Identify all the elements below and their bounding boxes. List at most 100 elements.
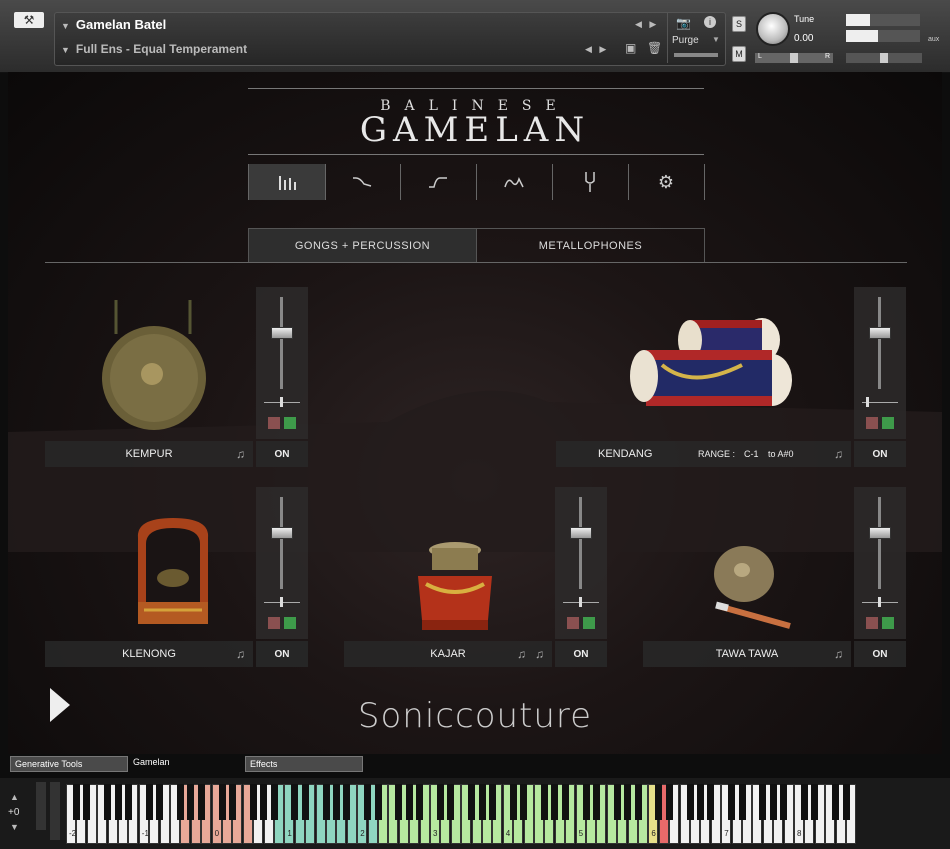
black-key[interactable] — [114, 784, 122, 820]
kendang-drum-image[interactable] — [622, 310, 792, 420]
black-key[interactable] — [374, 784, 382, 820]
instrument-name[interactable]: Gamelan Batel — [76, 17, 166, 32]
black-key[interactable] — [156, 784, 164, 820]
black-key[interactable] — [197, 784, 205, 820]
mute-button[interactable]: M — [732, 46, 746, 62]
black-key[interactable] — [124, 784, 132, 820]
solo-toggle[interactable] — [882, 417, 894, 429]
black-key[interactable] — [228, 784, 236, 820]
snapshot-name[interactable]: Full Ens - Equal Temperament — [76, 42, 247, 56]
snapshot-prev-next-icon[interactable]: ◀ ▶ — [585, 44, 606, 55]
black-key[interactable] — [842, 784, 850, 820]
black-key[interactable] — [520, 784, 528, 820]
black-key[interactable] — [176, 784, 184, 820]
kempur-gong-image[interactable] — [94, 294, 214, 434]
black-key[interactable] — [738, 784, 746, 820]
solo-toggle[interactable] — [882, 617, 894, 629]
black-key[interactable] — [478, 784, 486, 820]
pan-knob[interactable] — [878, 597, 881, 607]
volume-fader-thumb[interactable] — [869, 527, 891, 539]
pan-knob[interactable] — [866, 397, 869, 407]
eq-curve-icon[interactable] — [476, 164, 553, 200]
black-key[interactable] — [343, 784, 351, 820]
black-key[interactable] — [416, 784, 424, 820]
volume-fader-thumb[interactable] — [271, 327, 293, 339]
black-key[interactable] — [686, 784, 694, 820]
music-note-icon[interactable]: ♫ — [517, 647, 526, 661]
music-note-icon[interactable]: ♫ — [535, 647, 544, 661]
black-key[interactable] — [509, 784, 517, 820]
pan-knob[interactable] — [280, 397, 283, 407]
black-key[interactable] — [780, 784, 788, 820]
black-key[interactable] — [468, 784, 476, 820]
black-key[interactable] — [540, 784, 548, 820]
instrument-prev-next-icon[interactable]: ◀ ▶ — [635, 19, 656, 30]
volume-slider[interactable] — [846, 53, 922, 63]
kendang-on-button[interactable]: ON — [854, 441, 906, 467]
black-key[interactable] — [291, 784, 299, 820]
black-key[interactable] — [364, 784, 372, 820]
black-key[interactable] — [707, 784, 715, 820]
black-key[interactable] — [436, 784, 444, 820]
camera-icon[interactable]: 📷 — [676, 16, 691, 30]
black-key[interactable] — [332, 784, 340, 820]
black-key[interactable] — [83, 784, 91, 820]
black-key[interactable] — [592, 784, 600, 820]
black-key[interactable] — [447, 784, 455, 820]
tuning-fork-icon[interactable] — [552, 164, 629, 200]
music-note-icon[interactable]: ♫ — [236, 447, 245, 461]
black-key[interactable] — [634, 784, 642, 820]
music-note-icon[interactable]: ♫ — [834, 647, 843, 661]
mute-toggle[interactable] — [567, 617, 579, 629]
black-key[interactable] — [260, 784, 268, 820]
black-key[interactable] — [728, 784, 736, 820]
solo-button[interactable]: S — [732, 16, 746, 32]
volume-fader-thumb[interactable] — [869, 327, 891, 339]
black-key[interactable] — [665, 784, 673, 820]
mod-wheel[interactable] — [50, 782, 60, 840]
black-key[interactable] — [832, 784, 840, 820]
black-key[interactable] — [187, 784, 195, 820]
gear-icon[interactable]: ⚙ — [628, 164, 705, 200]
klenong-on-button[interactable]: ON — [256, 641, 308, 667]
black-key[interactable] — [551, 784, 559, 820]
pan-knob[interactable] — [579, 597, 582, 607]
black-key[interactable] — [145, 784, 153, 820]
range-from[interactable]: C-1 — [744, 449, 759, 459]
black-key[interactable] — [811, 784, 819, 820]
envelope-attack-icon[interactable] — [400, 164, 477, 200]
pitch-wheel[interactable] — [36, 782, 46, 830]
info-icon[interactable]: i — [704, 16, 716, 28]
volume-fader-thumb[interactable] — [570, 527, 592, 539]
black-key[interactable] — [696, 784, 704, 820]
tawa-tawa-on-button[interactable]: ON — [854, 641, 906, 667]
tab-effects[interactable]: Effects — [245, 756, 363, 772]
mute-toggle[interactable] — [866, 617, 878, 629]
tune-knob[interactable] — [756, 12, 790, 46]
purge-dropdown[interactable]: Purge — [672, 35, 699, 46]
black-key[interactable] — [72, 784, 80, 820]
black-key[interactable] — [322, 784, 330, 820]
tab-metallophones[interactable]: METALLOPHONES — [476, 228, 705, 263]
tab-gongs-percussion[interactable]: GONGS + PERCUSSION — [248, 228, 477, 263]
piano-keys[interactable]: -2 -1 0 1 2 3 4 5 6 7 8 — [66, 784, 864, 846]
snapshot-row[interactable]: ▼ Full Ens - Equal Temperament — [61, 42, 247, 56]
instrument-name-row[interactable]: ▼ Gamelan Batel — [61, 17, 166, 32]
black-key[interactable] — [488, 784, 496, 820]
black-key[interactable] — [613, 784, 621, 820]
black-key[interactable] — [769, 784, 777, 820]
mute-toggle[interactable] — [268, 617, 280, 629]
tab-gamelan[interactable]: Gamelan — [128, 754, 246, 770]
octave-down-icon[interactable]: ▼ — [10, 822, 19, 832]
solo-toggle[interactable] — [284, 417, 296, 429]
mute-toggle[interactable] — [268, 417, 280, 429]
black-key[interactable] — [624, 784, 632, 820]
black-key[interactable] — [301, 784, 309, 820]
expand-triangle-icon[interactable]: ▼ — [61, 21, 70, 31]
pan-thumb[interactable] — [790, 53, 798, 63]
save-icon[interactable]: ▣ — [625, 41, 636, 55]
black-key[interactable] — [395, 784, 403, 820]
snapshot-menu-icon[interactable]: ▼ — [61, 45, 70, 55]
mixer-icon[interactable] — [248, 164, 326, 200]
black-key[interactable] — [561, 784, 569, 820]
